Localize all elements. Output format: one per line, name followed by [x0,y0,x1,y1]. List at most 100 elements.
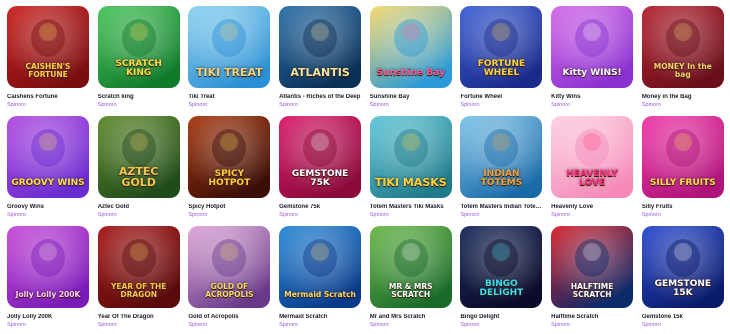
game-title[interactable]: Silly Fruits [642,204,724,211]
game-thumbnail[interactable]: GROOVY WINS [7,116,89,198]
game-card-totem-masters-tiki-masks[interactable]: TIKI MASKS Totem Masters Tiki Masks Spinor… [369,116,452,220]
game-provider: Spinoro [97,102,117,108]
game-card-gold-of-acropolis[interactable]: GOLD OF ACROPOLIS Gold of Acropolis Spinor… [188,226,271,330]
game-artwork-title: GEMSTONE 15K [654,279,712,298]
game-title[interactable]: Bingo Delight [460,314,542,321]
game-card-bingo-delight[interactable]: BINGO DELIGHT Bingo Delight Spinoro [460,226,543,330]
game-artwork-title: GROOVY WINS [11,178,85,188]
game-provider: Spinoro [369,102,389,108]
game-artwork-title: MONEY In the bag [653,62,712,79]
game-card-totem-masters-indian-totems[interactable]: INDIAN TOTEMS Totem Masters Indian Totems… [460,116,543,220]
game-title[interactable]: Atlantis - Riches of the Deep [279,94,361,101]
game-card-aztec-gold[interactable]: AZTEC GOLD Aztec Gold Spinoro [97,116,180,220]
game-thumbnail[interactable]: SILLY FRUITS [641,116,724,198]
game-title[interactable]: Money in the Bag [642,94,724,101]
game-card-jolly-lolly-200k[interactable]: Jolly Lolly 200K Jolly Lolly 200K Spinoro [7,226,89,330]
game-title[interactable]: Tiki Treat [188,94,270,101]
game-provider: Spinoro [460,322,480,328]
game-artwork-title: HEAVENLY LOVE [566,169,618,188]
game-card-mermaid-scratch[interactable]: Mermaid Scratch Mermaid Scratch Spinoro [279,226,362,330]
game-card-groovy-wins[interactable]: GROOVY WINS Groovy Wins Spinoro [7,116,89,220]
game-card-year-of-the-dragon[interactable]: YEAR OF THE DRAGON Year Of The Dragon Spin… [97,226,180,330]
game-provider: Spinoro [97,212,117,218]
game-title[interactable]: Sunshine Bay [370,94,452,101]
game-title[interactable]: Mermaid Scratch [279,314,361,321]
game-thumbnail[interactable]: Mermaid Scratch [279,226,362,308]
game-thumbnail[interactable]: GOLD OF ACROPOLIS [188,226,271,308]
game-artwork-title: GOLD OF ACROPOLIS [205,282,254,299]
game-title[interactable]: Mr and Mrs Scratch [370,314,452,321]
game-card-caishens-fortune[interactable]: CAISHEN'S FORTUNE Caishens Fortune Spinoro [7,6,89,110]
game-card-mr-and-mrs-scratch[interactable]: MR & MRS SCRATCH Mr and Mrs Scratch Spinor… [369,226,452,330]
game-thumbnail[interactable]: SPICY HOTPOT [188,116,271,198]
game-provider: Spinoro [460,212,480,218]
game-provider: Spinoro [97,322,117,328]
game-artwork-title: Kitty WINS! [562,68,622,78]
game-title[interactable]: Spicy Hotpot [188,204,270,211]
game-thumbnail[interactable]: YEAR OF THE DRAGON [97,226,180,308]
game-provider: Spinoro [641,212,661,218]
game-title[interactable]: Fortune Wheel [460,94,542,101]
game-provider: Spinoro [551,212,571,218]
game-thumbnail[interactable]: HALFTIME SCRATCH [551,226,634,308]
game-thumbnail[interactable]: HEAVENLY LOVE [551,116,634,198]
game-provider: Spinoro [369,322,389,328]
game-title[interactable]: Totem Masters Indian Totems [460,204,542,211]
game-thumbnail[interactable]: BINGO DELIGHT [460,226,543,308]
game-provider: Spinoro [7,322,26,328]
game-thumbnail[interactable]: TIKI MASKS [369,116,452,198]
game-artwork-title: GEMSTONE 75K [291,169,349,188]
game-title[interactable]: Caishens Fortune [7,94,89,101]
game-thumbnail[interactable]: Jolly Lolly 200K [7,226,89,308]
game-artwork-title: SILLY FRUITS [649,178,716,188]
game-provider: Spinoro [7,102,26,108]
game-thumbnail[interactable]: GEMSTONE 15K [641,226,724,308]
game-card-fortune-wheel[interactable]: FORTUNE WHEEL Fortune Wheel Spinoro [460,6,543,110]
game-title[interactable]: Heavenly Love [551,204,633,211]
game-title[interactable]: Totem Masters Tiki Masks [370,204,452,211]
game-card-money-in-the-bag[interactable]: MONEY In the bag Money in the Bag Spinoro [641,6,724,110]
game-provider: Spinoro [551,322,571,328]
game-title[interactable]: Groovy Wins [7,204,89,211]
game-thumbnail[interactable]: CAISHEN'S FORTUNE [7,6,89,88]
game-thumbnail[interactable]: TIKI TREAT [188,6,271,88]
game-card-gemstone-15k[interactable]: GEMSTONE 15K Gemstone 15k Spinoro [641,226,724,330]
game-artwork-title: MR & MRS SCRATCH [388,282,433,299]
game-card-silly-fruits[interactable]: SILLY FRUITS Silly Fruits Spinoro [641,116,724,220]
game-card-atlantis-riches-of-the-deep[interactable]: ATLANTIS Atlantis - Riches of the Deep Spi… [279,6,362,110]
game-title[interactable]: Kitty Wins [551,94,633,101]
game-thumbnail[interactable]: GEMSTONE 75K [279,116,362,198]
game-thumbnail[interactable]: Kitty WINS! [551,6,634,88]
game-thumbnail[interactable]: MONEY In the bag [641,6,724,88]
game-thumbnail[interactable]: AZTEC GOLD [97,116,180,198]
game-provider: Spinoro [551,102,571,108]
game-title[interactable]: Gold of Acropolis [188,314,270,321]
game-card-gemstone-75k[interactable]: GEMSTONE 75K Gemstone 75k Spinoro [279,116,362,220]
game-card-tiki-treat[interactable]: TIKI TREAT Tiki Treat Spinoro [188,6,271,110]
game-title[interactable]: Year Of The Dragon [98,314,180,321]
game-thumbnail[interactable]: ATLANTIS [279,6,362,88]
game-card-scratch-king[interactable]: SCRATCH KING Scratch king Spinoro [97,6,180,110]
game-provider: Spinoro [279,102,299,108]
game-thumbnail[interactable]: INDIAN TOTEMS [460,116,543,198]
game-title[interactable]: Aztec Gold [98,204,180,211]
game-card-heavenly-love[interactable]: HEAVENLY LOVE Heavenly Love Spinoro [551,116,634,220]
game-title[interactable]: Gemstone 75k [279,204,361,211]
game-provider: Spinoro [7,212,26,218]
game-title[interactable]: Halftime Scratch [551,314,633,321]
game-card-spicy-hotpot[interactable]: SPICY HOTPOT Spicy Hotpot Spinoro [188,116,271,220]
game-card-kitty-wins[interactable]: Kitty WINS! Kitty Wins Spinoro [551,6,634,110]
game-title[interactable]: Gemstone 15k [642,314,724,321]
game-provider: Spinoro [188,322,208,328]
game-thumbnail[interactable]: Sunshine Bay [369,6,452,88]
game-thumbnail[interactable]: SCRATCH KING [97,6,180,88]
game-title[interactable]: Scratch king [98,94,180,101]
game-artwork-title: YEAR OF THE DRAGON [111,282,167,299]
game-thumbnail[interactable]: MR & MRS SCRATCH [369,226,452,308]
game-thumbnail[interactable]: FORTUNE WHEEL [460,6,543,88]
game-card-halftime-scratch[interactable]: HALFTIME SCRATCH Halftime Scratch Spinoro [551,226,634,330]
game-title[interactable]: Jolly Lolly 200K [7,314,89,321]
game-card-sunshine-bay[interactable]: Sunshine Bay Sunshine Bay Spinoro [369,6,452,110]
game-artwork-title: TIKI MASKS [374,176,447,189]
game-artwork-title: BINGO DELIGHT [479,279,524,298]
